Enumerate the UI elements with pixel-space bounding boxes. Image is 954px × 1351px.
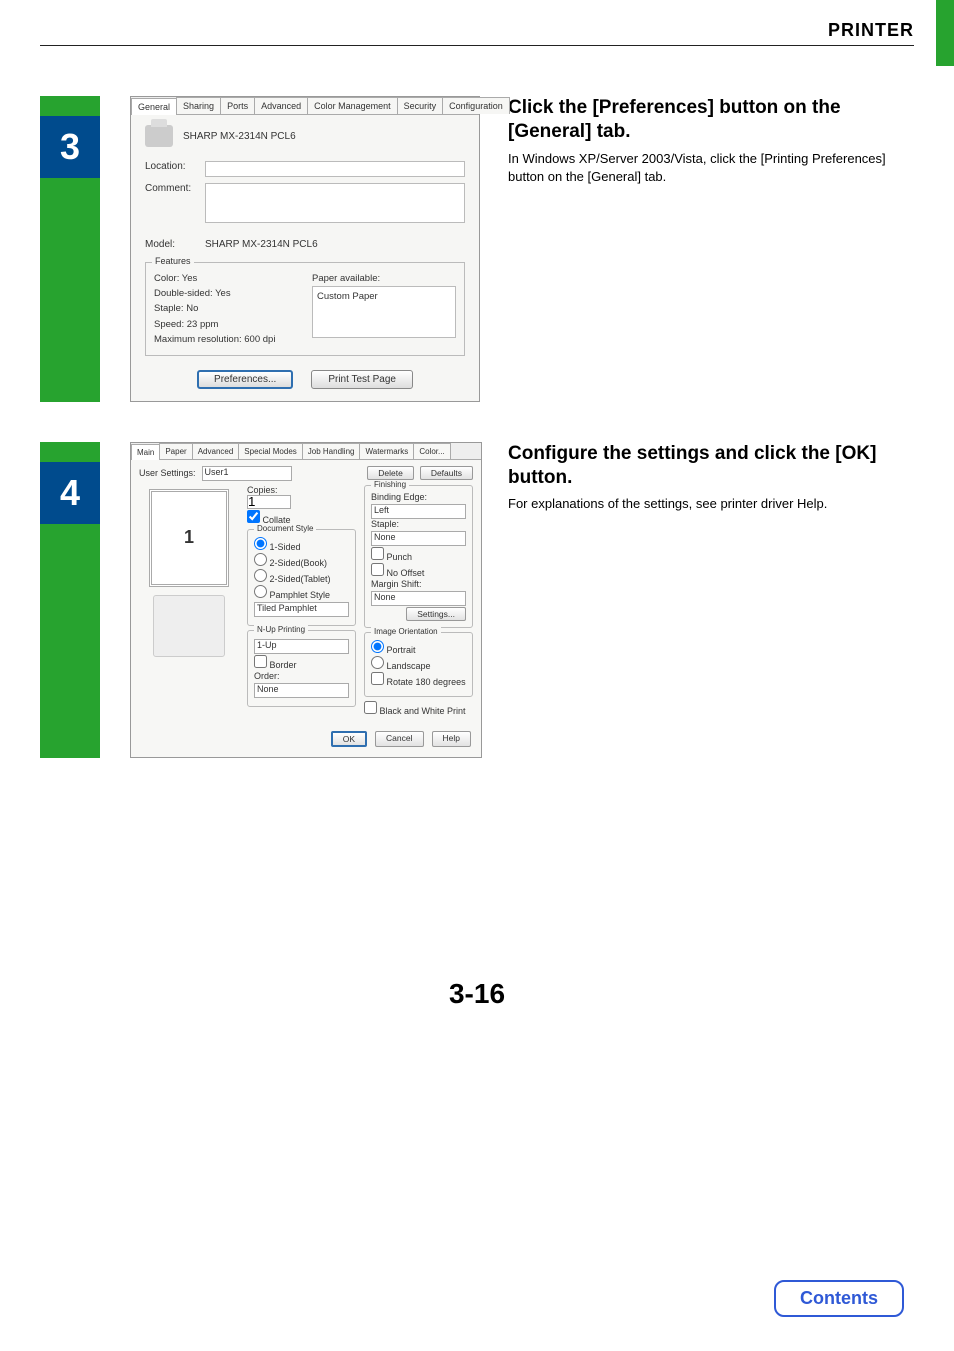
step-number-col: 4	[40, 442, 100, 758]
radio-portrait[interactable]: Portrait	[371, 640, 466, 655]
margin-shift-select[interactable]: None	[371, 591, 466, 606]
paper-available-list[interactable]: Custom Paper	[312, 286, 456, 338]
tab-general[interactable]: General	[131, 98, 177, 115]
tiled-pamphlet-select[interactable]: Tiled Pamphlet	[254, 602, 349, 617]
bw-print-checkbox[interactable]: Black and White Print	[364, 701, 473, 716]
comment-input[interactable]	[205, 183, 465, 223]
page-preview: 1	[149, 489, 229, 587]
model-value: SHARP MX-2314N PCL6	[205, 239, 318, 250]
copies-input[interactable]	[247, 495, 291, 509]
finishing-title: Finishing	[371, 480, 409, 489]
tab-job-handling[interactable]: Job Handling	[302, 443, 361, 459]
chapter-heading: PRINTER	[40, 20, 914, 41]
preferences-button[interactable]: Preferences...	[197, 370, 293, 389]
binding-edge-select[interactable]: Left	[371, 504, 466, 519]
printer-icon	[145, 125, 173, 147]
radio-1sided[interactable]: 1-Sided	[254, 537, 349, 552]
printer-name: SHARP MX-2314N PCL6	[183, 131, 296, 142]
divider	[40, 45, 914, 46]
step-number-4: 4	[40, 462, 100, 524]
step-4: 4 Main Paper Advanced Special Modes Job …	[40, 442, 914, 758]
tab-ports[interactable]: Ports	[220, 97, 255, 114]
cancel-button[interactable]: Cancel	[375, 731, 423, 747]
feat-staple: Staple: No	[154, 301, 298, 316]
staple-label: Staple:	[371, 519, 466, 529]
ok-button[interactable]: OK	[331, 731, 367, 747]
settings-button[interactable]: Settings...	[406, 607, 466, 621]
tab-configuration[interactable]: Configuration	[442, 97, 510, 114]
nup-title: N-Up Printing	[254, 625, 308, 634]
tab-sharing[interactable]: Sharing	[176, 97, 221, 114]
radio-2sided-book[interactable]: 2-Sided(Book)	[254, 553, 349, 568]
side-tab	[936, 0, 954, 66]
step4-image-col: Main Paper Advanced Special Modes Job Ha…	[100, 442, 500, 758]
user-settings-label: User Settings:	[139, 468, 196, 478]
tab-watermarks[interactable]: Watermarks	[359, 443, 414, 459]
order-label: Order:	[254, 671, 349, 681]
copies-label: Copies:	[247, 485, 278, 495]
paper-item: Custom Paper	[317, 289, 451, 304]
staple-select[interactable]: None	[371, 531, 466, 546]
print-test-page-button[interactable]: Print Test Page	[311, 370, 413, 389]
features-box: Features Color: Yes Double-sided: Yes St…	[145, 262, 465, 356]
tab-paper[interactable]: Paper	[159, 443, 192, 459]
feat-color: Color: Yes	[154, 271, 298, 286]
user-settings-select[interactable]: User1	[202, 466, 292, 481]
step3-image-col: General Sharing Ports Advanced Color Man…	[100, 96, 500, 402]
printing-preferences-dialog: Main Paper Advanced Special Modes Job Ha…	[130, 442, 482, 758]
dialog-tabs: General Sharing Ports Advanced Color Man…	[131, 97, 479, 115]
binding-edge-label: Binding Edge:	[371, 492, 466, 502]
tab-security[interactable]: Security	[397, 97, 444, 114]
feat-speed: Speed: 23 ppm	[154, 317, 298, 332]
tab-advanced[interactable]: Advanced	[254, 97, 308, 114]
paper-available-label: Paper available:	[312, 271, 456, 286]
step4-title: Configure the settings and click the [OK…	[508, 442, 914, 490]
step4-desc: For explanations of the settings, see pr…	[508, 495, 914, 514]
printer-illustration-icon	[153, 595, 225, 657]
tab-main[interactable]: Main	[131, 444, 160, 460]
contents-button[interactable]: Contents	[774, 1280, 904, 1317]
step3-title: Click the [Preferences] button on the [G…	[508, 96, 914, 144]
step-3: 3 General Sharing Ports Advanced Color M…	[40, 96, 914, 402]
defaults-button[interactable]: Defaults	[420, 466, 473, 480]
border-checkbox[interactable]: Border	[254, 655, 349, 670]
order-select[interactable]: None	[254, 683, 349, 698]
location-label: Location:	[145, 161, 205, 177]
radio-2sided-tablet[interactable]: 2-Sided(Tablet)	[254, 569, 349, 584]
step-number-3: 3	[40, 116, 100, 178]
document-style-title: Document Style	[254, 524, 316, 533]
collate-checkbox[interactable]: Collate	[247, 510, 356, 525]
radio-pamphlet[interactable]: Pamphlet Style	[254, 585, 349, 600]
margin-shift-label: Margin Shift:	[371, 579, 466, 589]
tab-special-modes[interactable]: Special Modes	[238, 443, 302, 459]
feat-double: Double-sided: Yes	[154, 286, 298, 301]
step-number-col: 3	[40, 96, 100, 402]
rotate-180-checkbox[interactable]: Rotate 180 degrees	[371, 672, 466, 687]
tab-color[interactable]: Color...	[413, 443, 450, 459]
punch-checkbox[interactable]: Punch	[371, 547, 466, 562]
model-label: Model:	[145, 239, 205, 250]
nup-select[interactable]: 1-Up	[254, 639, 349, 654]
comment-label: Comment:	[145, 183, 205, 223]
radio-landscape[interactable]: Landscape	[371, 656, 466, 671]
feat-res: Maximum resolution: 600 dpi	[154, 332, 298, 347]
help-button[interactable]: Help	[432, 731, 471, 747]
tab-color-mgmt[interactable]: Color Management	[307, 97, 398, 114]
general-properties-dialog: General Sharing Ports Advanced Color Man…	[130, 96, 480, 402]
step3-desc: In Windows XP/Server 2003/Vista, click t…	[508, 150, 914, 188]
features-title: Features	[152, 256, 194, 266]
tab-advanced2[interactable]: Advanced	[192, 443, 240, 459]
page-number: 3-16	[40, 978, 914, 1010]
no-offset-checkbox[interactable]: No Offset	[371, 563, 466, 578]
image-orientation-title: Image Orientation	[371, 627, 441, 636]
delete-button[interactable]: Delete	[367, 466, 414, 480]
location-input[interactable]	[205, 161, 465, 177]
